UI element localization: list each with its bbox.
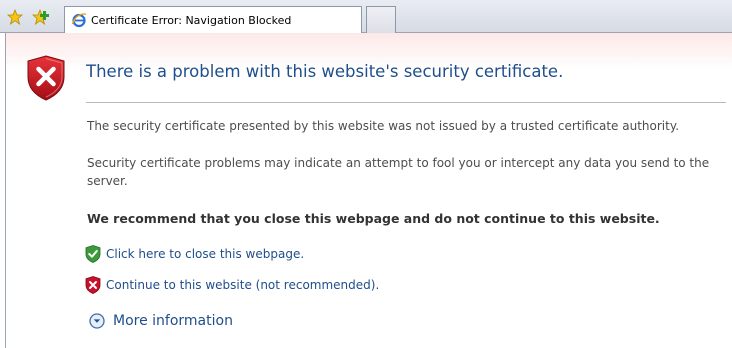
close-webpage-row[interactable]: Click here to close this webpage. xyxy=(85,245,304,263)
red-shield-x-icon xyxy=(85,276,101,294)
new-tab-button[interactable] xyxy=(366,6,396,33)
page-title: There is a problem with this website's s… xyxy=(86,62,564,81)
expand-chevron-icon[interactable] xyxy=(89,313,105,329)
tab-bar: Certificate Error: Navigation Blocked xyxy=(0,0,732,33)
divider xyxy=(86,102,726,103)
security-warning-text: Security certificate problems may indica… xyxy=(87,156,710,188)
more-information-row[interactable]: More information xyxy=(89,313,233,329)
favorites-star-icon[interactable] xyxy=(6,8,24,26)
recommendation-text: We recommend that you close this webpage… xyxy=(87,211,660,226)
tab-title: Certificate Error: Navigation Blocked xyxy=(91,13,292,27)
page-content: There is a problem with this website's s… xyxy=(5,33,732,348)
ie-logo-icon xyxy=(71,12,87,28)
close-webpage-link[interactable]: Click here to close this webpage. xyxy=(106,247,304,261)
untrusted-authority-text: The security certificate presented by th… xyxy=(87,119,680,133)
tab-certificate-error[interactable]: Certificate Error: Navigation Blocked xyxy=(64,6,362,33)
more-information-link[interactable]: More information xyxy=(113,313,233,329)
continue-website-link[interactable]: Continue to this website (not recommende… xyxy=(106,278,379,292)
error-shield-icon xyxy=(26,55,66,105)
continue-website-row[interactable]: Continue to this website (not recommende… xyxy=(85,276,379,294)
add-to-favorites-icon[interactable] xyxy=(32,8,50,26)
green-shield-check-icon xyxy=(85,245,101,263)
